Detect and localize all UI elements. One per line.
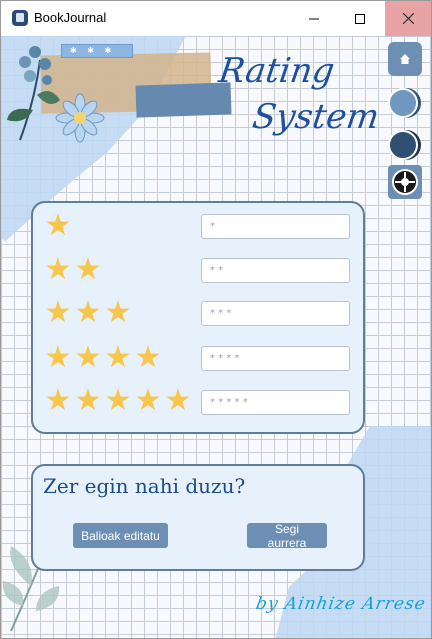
rating-row-2: ★ ★ bbox=[43, 255, 103, 285]
star-icon: ★ bbox=[44, 340, 72, 375]
minimize-button[interactable] bbox=[291, 1, 337, 36]
title-bar: BookJournal bbox=[1, 1, 431, 36]
rating-row-1: ★ bbox=[43, 211, 73, 241]
close-icon bbox=[402, 13, 414, 24]
author-signature: by Ainhize Arrese bbox=[254, 594, 428, 614]
star-icon: ★ bbox=[164, 383, 192, 418]
rating-input-2[interactable] bbox=[201, 258, 350, 283]
home-icon bbox=[400, 54, 410, 64]
star-icon: ★ bbox=[104, 295, 132, 330]
maximize-button[interactable] bbox=[337, 1, 383, 36]
star-icon: ★ bbox=[44, 252, 72, 287]
rating-input-4[interactable] bbox=[201, 346, 350, 371]
star-icon: ★ bbox=[74, 295, 102, 330]
rating-row-4: ★ ★ ★ ★ bbox=[43, 343, 163, 373]
star-icon: ★ bbox=[44, 295, 72, 330]
star-icon: ★ bbox=[104, 383, 132, 418]
main-content: ✱ ✱ ✱ Rating System ★ * ★ ★ * * ★ ★ ★ * … bbox=[1, 36, 431, 638]
window-title: BookJournal bbox=[34, 10, 107, 25]
star-icon: ★ bbox=[74, 252, 102, 287]
rating-input-3[interactable] bbox=[201, 301, 350, 326]
theme-toggle-button[interactable] bbox=[388, 165, 422, 199]
star-icon: ★ bbox=[44, 383, 72, 418]
star-icon: ★ bbox=[74, 340, 102, 375]
star-icon: ★ bbox=[44, 208, 72, 243]
star-icon: ★ bbox=[104, 340, 132, 375]
title-line-2: System bbox=[249, 97, 382, 137]
rating-row-5: ★ ★ ★ ★ ★ bbox=[43, 386, 193, 416]
page-title: Rating System bbox=[210, 48, 389, 140]
title-line-1: Rating bbox=[216, 51, 337, 91]
question-label: Zer egin nahi duzu? bbox=[43, 474, 246, 498]
theme-toggle-icon bbox=[392, 169, 418, 195]
app-icon bbox=[12, 10, 28, 26]
home-button[interactable] bbox=[388, 42, 422, 76]
star-icon: ★ bbox=[74, 383, 102, 418]
color-swatch-dark-blue[interactable] bbox=[388, 130, 418, 160]
rating-row-3: ★ ★ ★ bbox=[43, 298, 133, 328]
color-swatch-light-blue[interactable] bbox=[388, 88, 418, 118]
maximize-icon bbox=[355, 13, 365, 24]
app-window: BookJournal ✱ ✱ ✱ Rating System ★ * ★ ★ … bbox=[0, 0, 432, 639]
close-button[interactable] bbox=[385, 1, 431, 36]
rating-input-1[interactable] bbox=[201, 214, 350, 239]
continue-button[interactable]: Segi aurrera bbox=[247, 522, 327, 550]
rating-input-5[interactable] bbox=[201, 390, 350, 415]
rating-panel: ★ ★ ★ ★ ★ ★ ★ ★ ★ ★ ★ ★ bbox=[31, 201, 365, 434]
star-icon: ★ bbox=[134, 340, 162, 375]
edit-values-button[interactable]: Balioak editatu bbox=[73, 523, 168, 548]
star-icon: ★ bbox=[134, 383, 162, 418]
action-panel: Zer egin nahi duzu? Balioak editatu Segi… bbox=[31, 464, 365, 571]
plant-sticker-icon bbox=[7, 46, 105, 143]
minimize-icon bbox=[309, 18, 319, 19]
